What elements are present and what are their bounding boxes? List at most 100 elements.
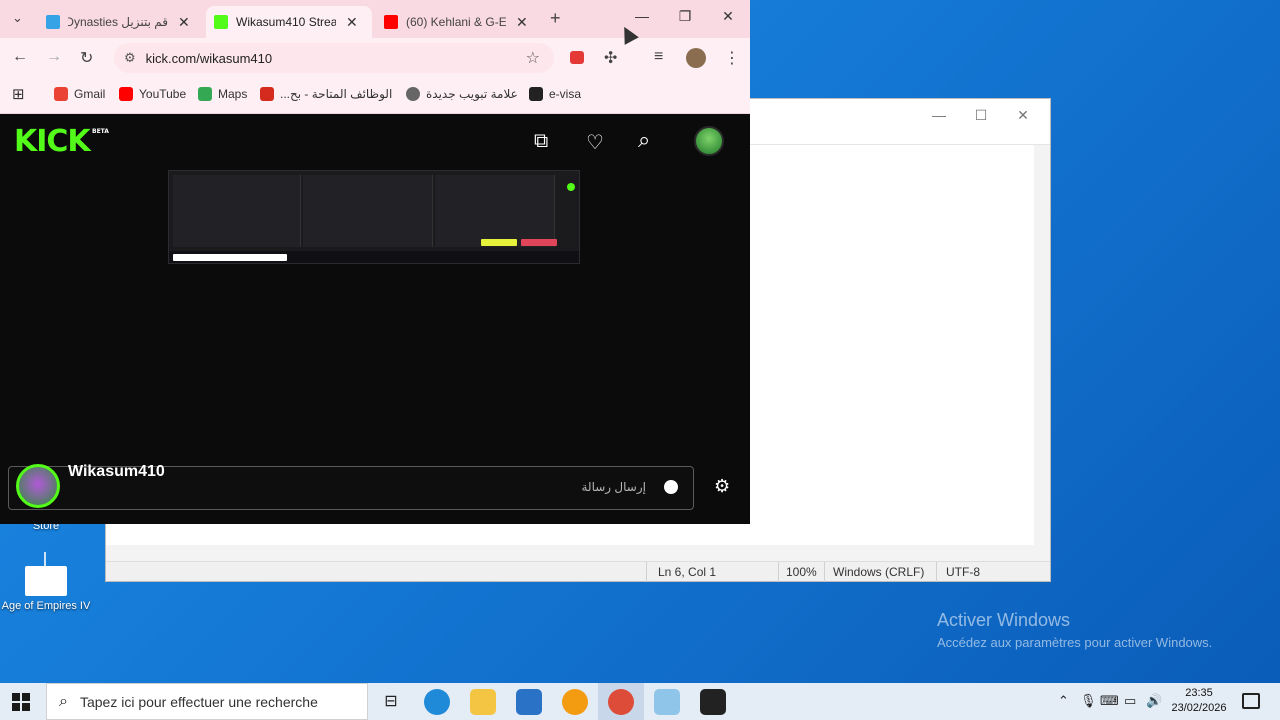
tab-search-icon[interactable]: ⌄ [12,10,23,26]
line-endings: Windows (CRLF) [833,565,925,579]
volume-icon[interactable]: 🔊 [1146,693,1162,709]
user-avatar[interactable] [694,126,724,156]
maximize-icon[interactable]: ☐ [960,107,1002,124]
bookmark-label: Maps [218,87,248,101]
bookmark-evisa[interactable]: e-visa [529,87,581,101]
minimize-icon[interactable]: — [918,107,960,123]
media-control-icon[interactable]: ≡ [654,48,663,66]
tab-strip: ⌄ قم بتنزيل Dynasties ✕ Wikasum410 Strea… [0,0,750,38]
task-view-icon[interactable]: ⊟ [378,689,404,715]
activate-subtitle: Accédez aux paramètres pour activer Wind… [937,635,1213,650]
video-chip [521,239,557,246]
video-pane [303,175,433,247]
youtube-icon [119,87,133,101]
search-placeholder: Tapez ici pour effectuer une recherche [79,693,318,710]
app-icon[interactable] [562,689,588,715]
encoding: UTF-8 [946,565,980,579]
desktop-icon-label: Age of Empires IV [1,600,91,612]
tab-dynasties[interactable]: قم بتنزيل Dynasties ✕ [38,6,202,38]
bookmark-youtube[interactable]: YouTube [119,87,186,101]
video-search-box [173,254,287,261]
video-chip [481,239,517,246]
close-window-icon[interactable]: ✕ [708,8,748,25]
close-tab-icon[interactable]: ✕ [516,14,528,31]
close-tab-icon[interactable]: ✕ [346,14,358,31]
taskbar-search[interactable]: ⌕ Tapez ici pour effectuer une recherche [46,683,368,720]
maple-leaf-icon [260,87,274,101]
bookmark-new-tab[interactable]: علامة تبويب جديدة [406,87,518,101]
network-icon[interactable]: ▭ [1124,693,1136,709]
start-button[interactable] [12,693,30,711]
microphone-icon[interactable]: 🎙 [1080,693,1097,709]
desktop-icon-age-of-empires[interactable]: Age of Empires IV [0,552,92,612]
chat-input-placeholder[interactable]: إرسال رسالة [582,480,647,494]
obs-app-icon[interactable] [700,689,726,715]
taskbar: ⌕ Tapez ici pour effectuer une recherche… [0,683,1280,720]
game-shortcut-icon [25,552,67,596]
bookmark-maps[interactable]: Maps [198,87,247,101]
bookmarks-bar: ⊞ Gmail YouTube Maps الوظائف المتاحة - ب… [0,78,750,114]
file-explorer-icon[interactable] [470,689,496,715]
bookmark-gmail[interactable]: Gmail [54,87,105,101]
bookmark-label: علامة تبويب جديدة [426,87,518,101]
youtube-favicon-icon [384,15,398,29]
forward-icon[interactable]: → [46,48,62,66]
notification-center-icon[interactable] [1242,693,1260,709]
streamer-name[interactable]: Wikasum410 [68,463,165,481]
profile-avatar[interactable] [686,48,706,68]
maps-icon [198,87,212,101]
activate-windows-watermark: Activer Windows Accédez aux paramètres p… [937,610,1212,650]
extension-icon[interactable] [570,51,584,64]
bookmark-jobs[interactable]: الوظائف المتاحة - بح... [260,87,392,101]
stream-video-player[interactable] [168,170,580,264]
browser-menu-icon[interactable]: ⋮ [724,48,740,68]
back-icon[interactable]: ← [12,48,28,66]
chrome-icon [406,87,420,101]
minimize-icon[interactable]: — [622,8,662,24]
search-icon: ⌕ [59,692,68,710]
close-tab-icon[interactable]: ✕ [178,14,190,31]
video-chip [567,183,575,191]
notepad-icon[interactable] [654,689,680,715]
extensions-puzzle-icon[interactable]: ✣ [604,48,617,68]
microsoft-store-icon[interactable] [516,689,542,715]
address-bar[interactable]: ⚙ kick.com/wikasum410 ☆ [114,43,554,73]
restore-icon[interactable]: ❐ [665,8,705,25]
vertical-scrollbar[interactable] [1034,145,1050,545]
bookmark-label: YouTube [139,87,187,101]
clock-date: 23/02/2026 [1171,702,1227,714]
chrome-icon[interactable] [608,689,634,715]
eagle-emblem-icon [529,87,543,101]
tab-wikasum-stream[interactable]: Wikasum410 Stream ✕ [206,6,372,38]
bookmark-label: Gmail [74,87,106,101]
emoji-picker-icon[interactable] [664,480,678,494]
tab-kehlani[interactable]: (60) Kehlani & G-Eazy ✕ [376,6,540,38]
new-tab-button[interactable]: + [550,8,561,29]
video-pane [173,175,301,247]
kick-logo[interactable]: KICK BETA [14,124,109,159]
zoom-level: 100% [786,565,817,579]
cursor-position: Ln 6, Col 1 [658,565,717,579]
input-method-icon[interactable]: ⌨ [1100,693,1119,709]
search-icon[interactable]: ⌕ [638,127,650,153]
follow-heart-icon[interactable]: ♡ [586,130,604,155]
kick-favicon-icon [214,15,228,29]
horizontal-scrollbar[interactable] [106,545,1050,561]
bookmark-star-icon[interactable]: ☆ [526,48,540,68]
edge-icon[interactable] [424,689,450,715]
clock-time: 23:35 [1185,687,1213,699]
system-clock[interactable]: 23:35 23/02/2026 [1170,686,1228,716]
apps-grid-icon[interactable]: ⊞ [12,85,25,103]
tab-title: قم بتنزيل Dynasties [68,15,168,29]
streamer-avatar[interactable] [16,464,60,508]
kick-logo-text: KICK [14,124,91,159]
chat-settings-icon[interactable]: ⚙ [714,476,730,497]
site-info-icon[interactable]: ⚙ [124,50,136,66]
url-text[interactable]: kick.com/wikasum410 [146,51,272,66]
gmail-icon [54,87,68,101]
theatre-mode-icon[interactable]: ⧉ [534,130,548,153]
bookmark-label: الوظائف المتاحة - بح... [280,87,393,101]
close-icon[interactable]: ✕ [1002,107,1044,124]
tray-overflow-icon[interactable]: ⌃ [1058,693,1069,709]
reload-icon[interactable]: ↻ [80,48,93,68]
